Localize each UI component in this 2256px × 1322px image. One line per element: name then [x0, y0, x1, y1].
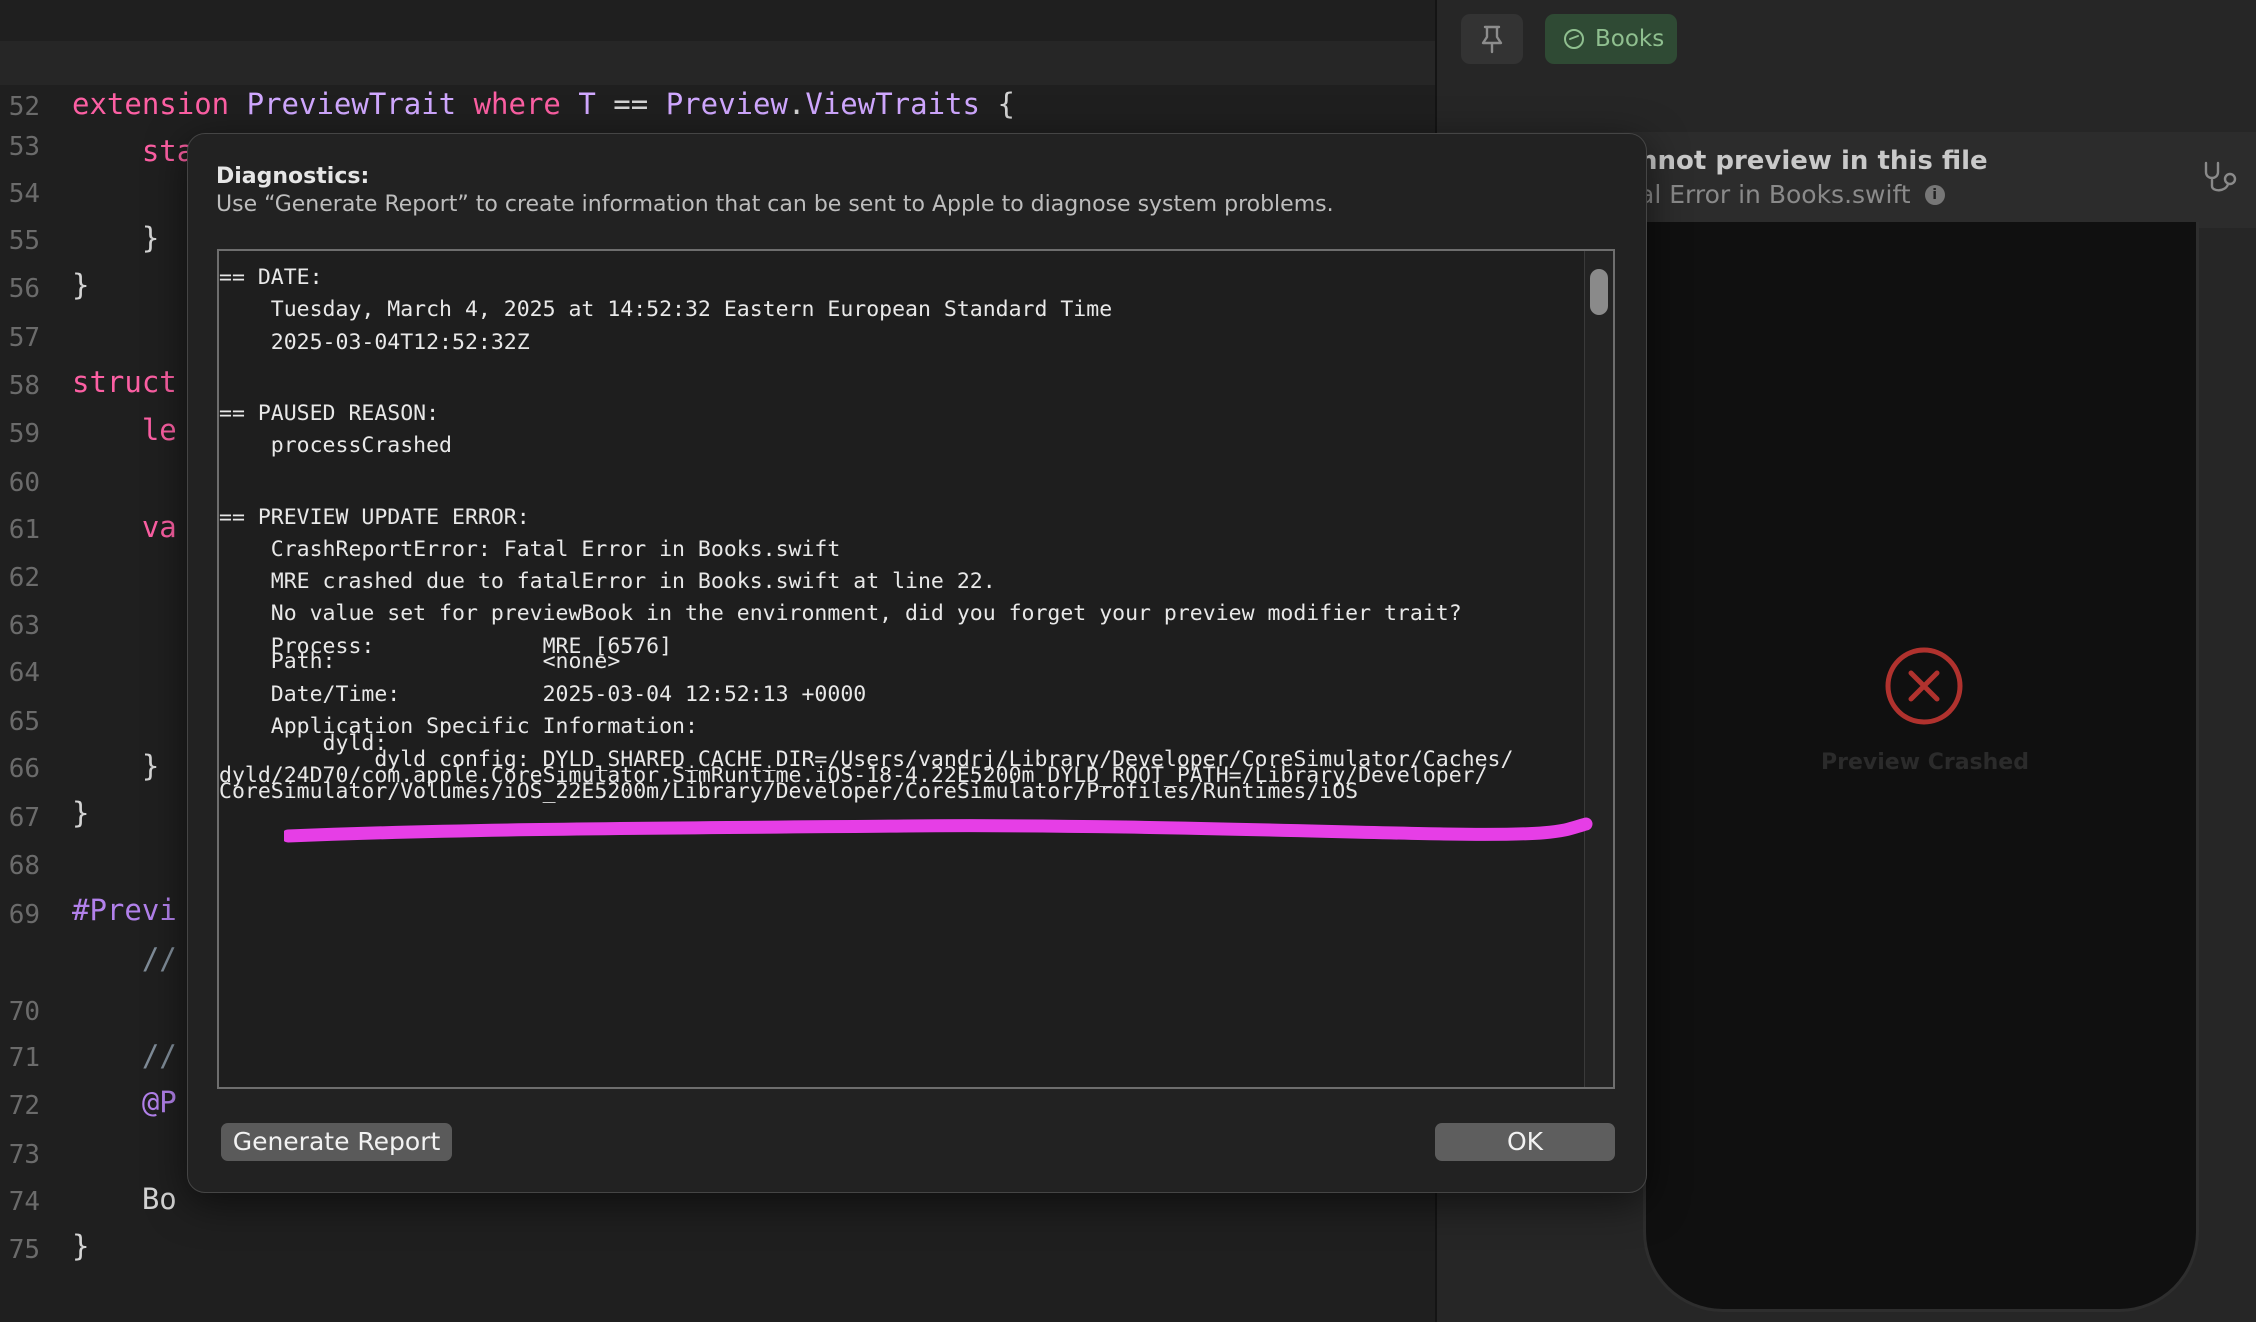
code-line: 50 extension PreviewTrait where T == Pre…	[0, 0, 1435, 121]
error-subtitle: al Error in Books.swift i	[1639, 180, 1945, 209]
report-line: Path: <none>	[219, 649, 621, 674]
ok-button[interactable]: OK	[1435, 1123, 1615, 1161]
report-line: == DATE:	[219, 265, 323, 290]
scrollbar-thumb[interactable]	[1590, 269, 1608, 315]
line-number: 75	[8, 1235, 40, 1265]
report-line: Date/Time: 2025-03-04 12:52:13 +0000	[219, 682, 867, 707]
report-line: CrashReportError: Fatal Error in Books.s…	[219, 537, 841, 562]
report-line: MRE crashed due to fatalError in Books.s…	[219, 569, 996, 594]
code-text: #Previ	[72, 893, 177, 927]
dialog-subtitle: Use “Generate Report” to create informat…	[216, 192, 1334, 217]
diagnostics-report-text[interactable]: == DATE: Tuesday, March 4, 2025 at 14:52…	[217, 249, 1615, 1089]
diagnostics-dialog: Diagnostics: Use “Generate Report” to cr…	[187, 133, 1647, 1193]
scheme-books-button[interactable]: Books	[1545, 14, 1677, 64]
report-scrollbar[interactable]	[1584, 251, 1613, 1087]
preview-crashed-label: Preview Crashed	[1821, 750, 2029, 775]
error-title: nnot preview in this file	[1639, 146, 1988, 176]
code-line: 52 static var previewBook: Self {	[0, 41, 1435, 168]
diagnostics-stethoscope-icon[interactable]	[2200, 160, 2240, 196]
report-content: == DATE: Tuesday, March 4, 2025 at 14:52…	[219, 251, 1589, 804]
code-text: }	[72, 1229, 90, 1263]
report-line: processCrashed	[219, 433, 452, 458]
dialog-title: Diagnostics:	[216, 164, 370, 189]
code-line: 53 .modifier(BookContent())	[0, 81, 1435, 208]
report-line: == PAUSED REASON:	[219, 401, 440, 426]
pin-icon	[1481, 25, 1503, 54]
info-icon[interactable]: i	[1924, 184, 1945, 205]
report-line: CoreSimulator/Volumes/iOS_22E5200m/Libra…	[219, 779, 1359, 804]
generate-report-button[interactable]: Generate Report	[221, 1123, 452, 1161]
report-line: == PREVIEW UPDATE ERROR:	[219, 505, 530, 530]
highlight-underline-annotation	[284, 817, 1593, 843]
report-line: No value set for previewBook in the envi…	[219, 601, 1462, 626]
error-subtitle-text: al Error in Books.swift	[1639, 180, 1911, 209]
checkmark-circle-icon	[1564, 29, 1584, 49]
scheme-label: Books	[1595, 26, 1665, 52]
preview-crashed-icon	[1885, 647, 1963, 725]
report-line: Tuesday, March 4, 2025 at 14:52:32 Easte…	[219, 297, 1113, 322]
report-line: 2025-03-04T12:52:32Z	[219, 330, 530, 355]
line-number: 69	[8, 900, 40, 930]
pin-preview-button[interactable]	[1461, 14, 1523, 64]
